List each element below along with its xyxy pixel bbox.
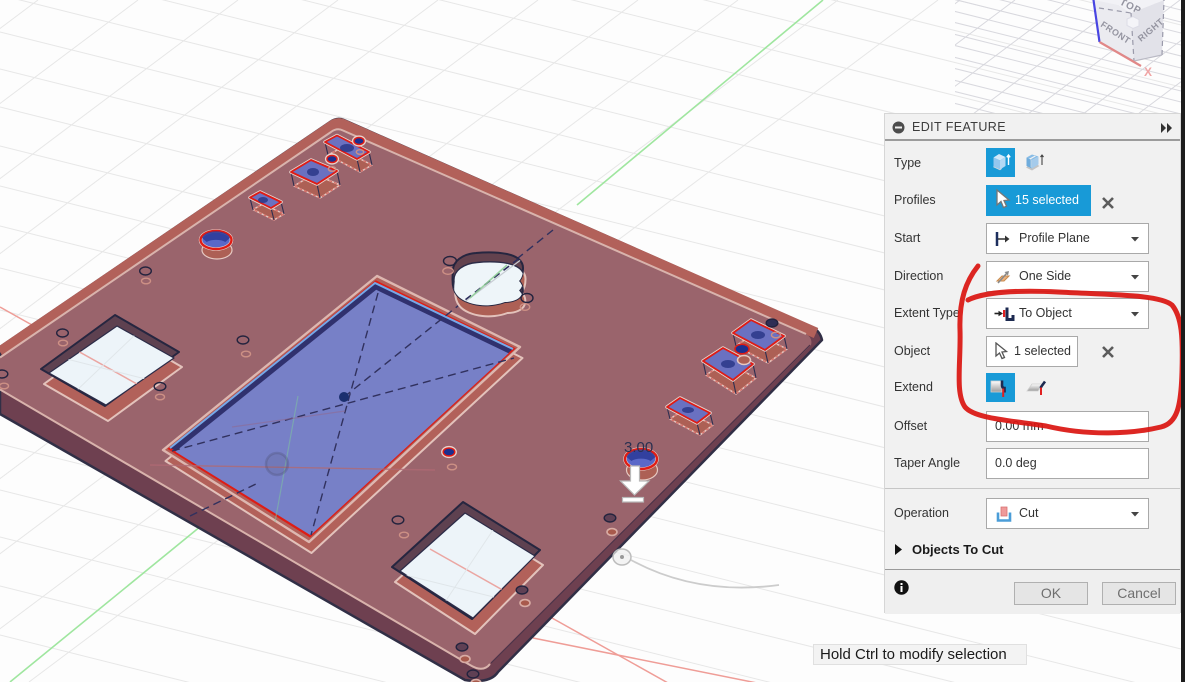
svg-text:X: X [1144, 65, 1152, 79]
svg-text:3.00: 3.00 [624, 439, 653, 456]
